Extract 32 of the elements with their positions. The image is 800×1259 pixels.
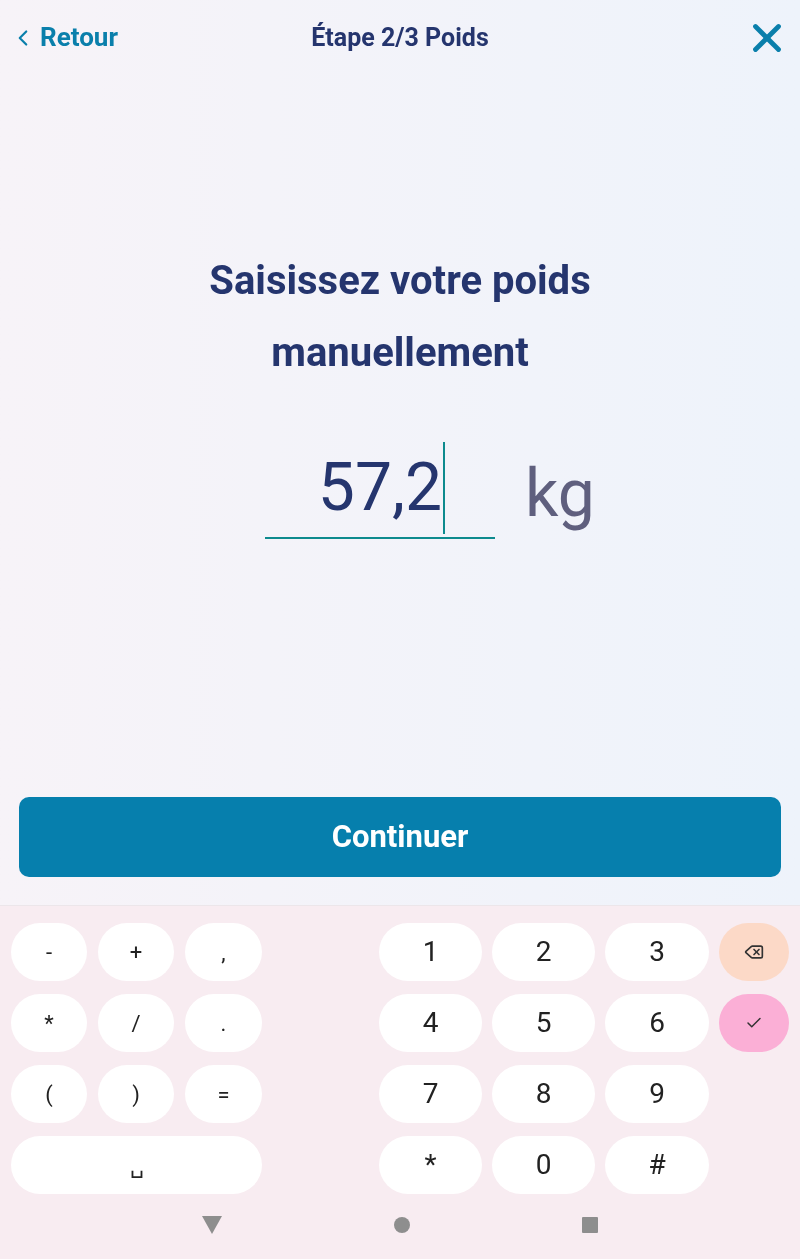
back-nav-icon[interactable] bbox=[202, 1215, 222, 1234]
keyboard-key[interactable]: 2 bbox=[492, 923, 595, 981]
keyboard-key[interactable]: * bbox=[11, 994, 87, 1052]
backspace-icon bbox=[744, 942, 764, 962]
space-key[interactable]: ␣ bbox=[11, 1136, 262, 1194]
keyboard-key[interactable]: 4 bbox=[379, 994, 482, 1052]
keyboard-key[interactable]: 1 bbox=[379, 923, 482, 981]
keyboard-key[interactable]: * bbox=[379, 1136, 482, 1194]
step-title: Étape 2/3 Poids bbox=[311, 21, 489, 54]
keyboard-key[interactable]: / bbox=[98, 994, 174, 1052]
keyboard-key[interactable]: 6 bbox=[605, 994, 709, 1052]
keyboard-key[interactable]: ) bbox=[98, 1065, 174, 1123]
keyboard-key[interactable]: - bbox=[11, 923, 87, 981]
keyboard-key[interactable]: 9 bbox=[605, 1065, 709, 1123]
keyboard-key[interactable]: 3 bbox=[605, 923, 709, 981]
home-nav-icon[interactable] bbox=[394, 1216, 410, 1233]
keyboard-key[interactable]: = bbox=[185, 1065, 262, 1123]
keyboard-key[interactable]: 5 bbox=[492, 994, 595, 1052]
keyboard-key[interactable]: # bbox=[605, 1136, 709, 1194]
weight-input-field[interactable]: 57,2 bbox=[265, 439, 496, 539]
keyboard-key[interactable]: 8 bbox=[492, 1065, 595, 1123]
keyboard-key[interactable]: 0 bbox=[492, 1136, 595, 1194]
heading: Saisissez votre poids manuellement bbox=[208, 256, 592, 378]
keyboard-key[interactable]: . bbox=[185, 994, 262, 1052]
back-button[interactable]: Retour bbox=[10, 18, 118, 57]
recents-nav-icon[interactable] bbox=[582, 1216, 598, 1233]
keyboard-key[interactable]: + bbox=[98, 923, 174, 981]
keyboard-key[interactable]: 7 bbox=[379, 1065, 482, 1123]
keyboard-key[interactable]: ( bbox=[11, 1065, 87, 1123]
keyboard-key[interactable]: , bbox=[185, 923, 262, 981]
continue-button[interactable]: Continuer bbox=[19, 797, 781, 877]
done-key[interactable] bbox=[719, 994, 789, 1052]
